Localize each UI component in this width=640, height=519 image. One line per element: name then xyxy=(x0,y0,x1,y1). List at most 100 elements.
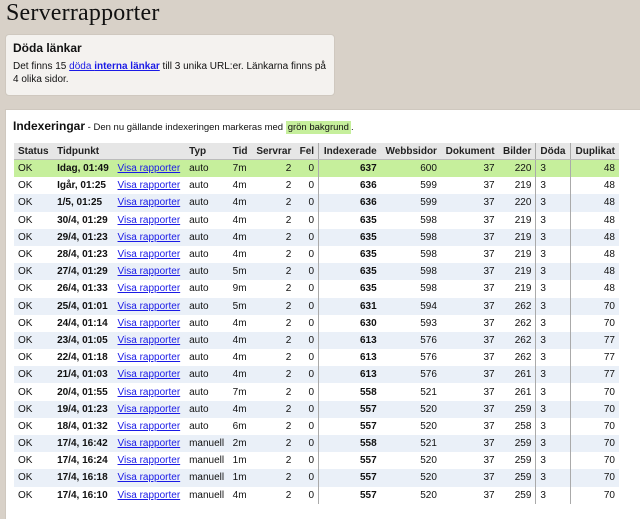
cell-typ: manuell xyxy=(185,486,229,504)
table-row: OK 26/4, 01:33 Visa rapporter auto 9m 2 0 635 59… xyxy=(14,280,619,298)
col-header-dokument[interactable]: Dokument xyxy=(440,143,499,160)
cell-fel: 0 xyxy=(295,297,320,315)
green-background-label: grön bakgrund xyxy=(285,121,351,134)
cell-fel: 0 xyxy=(295,263,320,281)
cell-duplikat: 70 xyxy=(570,486,619,504)
cell-bilder: 259 xyxy=(498,400,537,418)
table-row: OK 19/4, 01:23 Visa rapporter auto 4m 2 0 557 52… xyxy=(14,400,619,418)
view-reports-link[interactable]: Visa rapporter xyxy=(118,249,181,260)
cell-tidpunkt: 23/4, 01:05 xyxy=(53,331,114,350)
cell-status: OK xyxy=(14,331,54,350)
cell-typ: manuell xyxy=(185,452,229,470)
col-header-status[interactable]: Status xyxy=(14,143,54,160)
view-reports-link[interactable]: Visa rapporter xyxy=(118,421,181,432)
cell-bilder: 262 xyxy=(498,349,537,367)
cell-tid: 4m xyxy=(228,177,252,195)
indexing-subtitle: - Den nu gällande indexeringen markeras … xyxy=(85,122,286,133)
view-reports-link[interactable]: Visa rapporter xyxy=(118,438,181,449)
cell-tidpunkt: 19/4, 01:23 xyxy=(53,400,114,418)
cell-duplikat: 70 xyxy=(570,469,619,487)
col-header-link xyxy=(113,143,186,160)
cell-doda: 3 xyxy=(535,417,571,435)
view-reports-link[interactable]: Visa rapporter xyxy=(118,197,181,208)
view-reports-link[interactable]: Visa rapporter xyxy=(118,318,181,329)
cell-servrar: 2 xyxy=(251,486,296,504)
indexing-heading: Indexeringar xyxy=(13,119,86,133)
cell-typ: auto xyxy=(185,211,229,229)
cell-typ: auto xyxy=(185,228,229,246)
view-reports-link[interactable]: Visa rapporter xyxy=(118,472,181,483)
view-reports-link[interactable]: Visa rapporter xyxy=(118,301,181,312)
col-header-tid[interactable]: Tid xyxy=(228,143,252,160)
cell-link: Visa rapporter xyxy=(113,417,186,435)
view-reports-link[interactable]: Visa rapporter xyxy=(118,490,181,501)
dead-links-text-start: Det finns 15 xyxy=(13,61,70,72)
view-reports-link[interactable]: Visa rapporter xyxy=(118,404,181,415)
view-reports-link[interactable]: Visa rapporter xyxy=(118,387,181,398)
cell-status: OK xyxy=(14,297,54,315)
view-reports-link[interactable]: Visa rapporter xyxy=(118,283,181,294)
col-header-doda[interactable]: Döda xyxy=(535,143,571,160)
cell-link: Visa rapporter xyxy=(113,263,186,281)
cell-bilder: 220 xyxy=(498,159,537,178)
cell-tidpunkt: Igår, 01:25 xyxy=(53,177,114,195)
cell-indexerade: 636 xyxy=(318,177,381,195)
cell-dokument: 37 xyxy=(440,314,499,332)
dead-links-link-part1: döda xyxy=(69,61,95,72)
cell-status: OK xyxy=(14,159,54,178)
table-row: OK 17/4, 16:24 Visa rapporter manuell 1m 2 0 55… xyxy=(14,452,619,470)
cell-tidpunkt: 25/4, 01:01 xyxy=(53,297,114,315)
col-header-bilder[interactable]: Bilder xyxy=(498,143,537,160)
cell-tidpunkt: 24/4, 01:14 xyxy=(53,314,114,332)
cell-status: OK xyxy=(14,245,54,264)
cell-indexerade: 635 xyxy=(318,280,381,298)
cell-link: Visa rapporter xyxy=(113,366,186,384)
cell-duplikat: 77 xyxy=(570,331,619,350)
cell-servrar: 2 xyxy=(251,435,296,453)
cell-fel: 0 xyxy=(295,280,320,298)
col-header-webbsidor[interactable]: Webbsidor xyxy=(380,143,441,160)
view-reports-link[interactable]: Visa rapporter xyxy=(118,215,181,226)
col-header-typ[interactable]: Typ xyxy=(185,143,229,160)
cell-tidpunkt: 17/4, 16:42 xyxy=(53,435,114,453)
col-header-fel[interactable]: Fel xyxy=(295,143,320,160)
cell-indexerade: 557 xyxy=(318,486,381,504)
view-reports-link[interactable]: Visa rapporter xyxy=(118,369,181,380)
cell-tidpunkt: 18/4, 01:32 xyxy=(53,417,114,435)
col-header-duplikat[interactable]: Duplikat xyxy=(570,143,619,160)
cell-tidpunkt: 22/4, 01:18 xyxy=(53,349,114,367)
cell-webbsidor: 521 xyxy=(380,383,441,401)
cell-bilder: 262 xyxy=(498,297,537,315)
cell-status: OK xyxy=(14,349,54,367)
cell-link: Visa rapporter xyxy=(113,194,186,212)
cell-servrar: 2 xyxy=(251,297,296,315)
cell-duplikat: 48 xyxy=(570,159,619,178)
view-reports-link[interactable]: Visa rapporter xyxy=(118,455,181,466)
col-header-servrar[interactable]: Servrar xyxy=(251,143,296,160)
view-reports-link[interactable]: Visa rapporter xyxy=(118,335,181,346)
col-header-indexerade[interactable]: Indexerade xyxy=(318,143,381,160)
view-reports-link[interactable]: Visa rapporter xyxy=(118,163,181,174)
cell-tidpunkt: 17/4, 16:10 xyxy=(53,486,114,504)
view-reports-link[interactable]: Visa rapporter xyxy=(118,232,181,243)
cell-webbsidor: 576 xyxy=(380,331,441,350)
cell-status: OK xyxy=(14,469,54,487)
table-row: OK 28/4, 01:23 Visa rapporter auto 4m 2 0 635 59… xyxy=(14,245,619,264)
cell-servrar: 2 xyxy=(251,263,296,281)
table-row: OK 17/4, 16:18 Visa rapporter manuell 1m 2 0 55… xyxy=(14,469,619,487)
cell-bilder: 262 xyxy=(498,331,537,350)
cell-doda: 3 xyxy=(535,435,571,453)
cell-duplikat: 48 xyxy=(570,211,619,229)
view-reports-link[interactable]: Visa rapporter xyxy=(118,266,181,277)
cell-tid: 2m xyxy=(228,435,252,453)
cell-bilder: 259 xyxy=(498,469,537,487)
view-reports-link[interactable]: Visa rapporter xyxy=(118,352,181,363)
cell-link: Visa rapporter xyxy=(113,280,186,298)
dead-links-link[interactable]: döda interna länkar xyxy=(69,61,160,72)
cell-status: OK xyxy=(14,417,54,435)
cell-duplikat: 70 xyxy=(570,314,619,332)
view-reports-link[interactable]: Visa rapporter xyxy=(118,180,181,191)
cell-servrar: 2 xyxy=(251,331,296,350)
cell-typ: auto xyxy=(185,297,229,315)
col-header-tidpunkt[interactable]: Tidpunkt xyxy=(53,143,114,160)
